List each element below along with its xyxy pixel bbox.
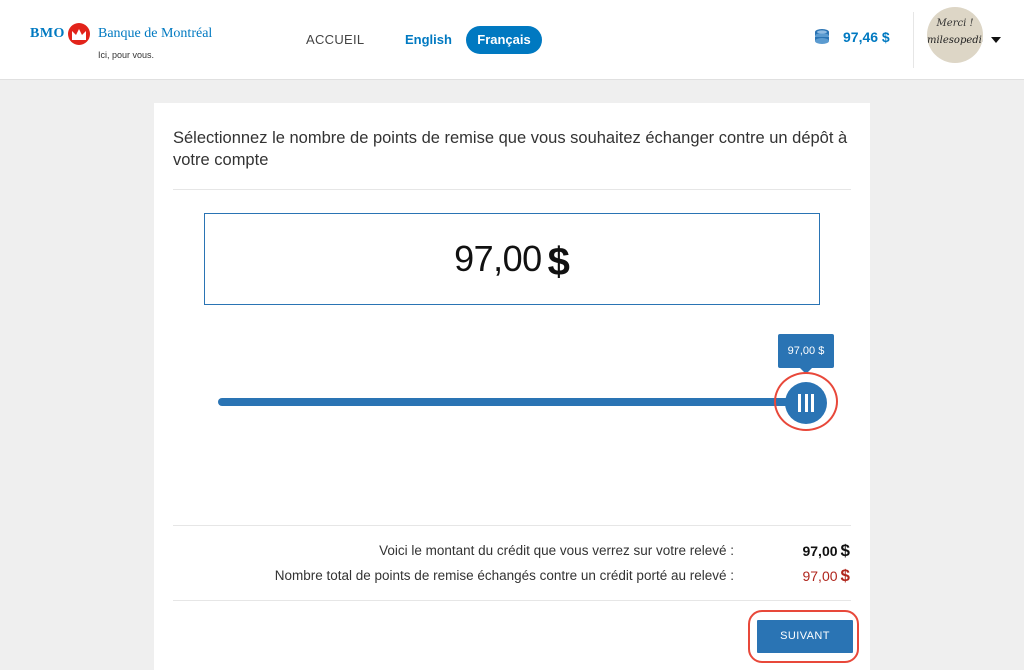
coins-icon xyxy=(815,29,829,44)
language-french-button[interactable]: Français xyxy=(466,26,542,54)
chevron-down-icon[interactable] xyxy=(991,37,1001,43)
divider xyxy=(173,600,851,601)
grip-line xyxy=(798,394,801,412)
avatar[interactable]: Merci ! milesopedia xyxy=(927,7,983,63)
currency-symbol: $ xyxy=(547,239,570,284)
header-divider xyxy=(913,12,914,68)
points-redeemed-label: Nombre total de points de remise échangé… xyxy=(274,568,734,583)
bmo-logo[interactable]: BMO Banque de Montréal Ici, pour vous. xyxy=(30,20,240,64)
currency-symbol: $ xyxy=(840,566,850,585)
points-balance[interactable]: 97,46 $ xyxy=(814,26,890,48)
nav-home-link[interactable]: ACCUEIL xyxy=(306,32,364,47)
logo-bank-name: Banque de Montréal xyxy=(98,26,213,41)
page-title: Sélectionnez le nombre de points de remi… xyxy=(173,129,848,169)
slider-track[interactable] xyxy=(218,398,808,406)
grip-line xyxy=(811,394,814,412)
logo-brand: BMO xyxy=(30,26,65,41)
logo-tagline: Ici, pour vous. xyxy=(98,50,155,60)
credit-amount-label: Voici le montant du crédit que vous verr… xyxy=(379,543,734,558)
redemption-card: Sélectionnez le nombre de points de remi… xyxy=(154,103,870,670)
next-button[interactable]: SUIVANT xyxy=(757,620,853,653)
bmo-roundel-icon xyxy=(68,23,90,45)
credit-amount-value: 97,00 $ xyxy=(802,541,850,560)
amount-value: 97,00 xyxy=(454,238,542,279)
points-redeemed-value: 97,00 $ xyxy=(802,566,850,585)
avatar-text-merci: Merci ! xyxy=(936,18,974,29)
points-balance-amount: 97,46 $ xyxy=(843,29,890,45)
slider-tooltip: 97,00 $ xyxy=(778,334,834,368)
amount-input[interactable]: 97,00 $ xyxy=(204,213,820,305)
divider xyxy=(173,189,851,190)
top-header: BMO Banque de Montréal Ici, pour vous. A… xyxy=(0,0,1024,80)
divider xyxy=(173,525,851,526)
slider-handle[interactable] xyxy=(785,382,827,424)
slider-tooltip-arrow xyxy=(800,368,812,374)
avatar-text-milesopedia: milesopedia xyxy=(927,35,983,46)
currency-symbol: $ xyxy=(840,541,850,560)
language-english-link[interactable]: English xyxy=(405,32,452,47)
grip-line xyxy=(804,394,808,412)
